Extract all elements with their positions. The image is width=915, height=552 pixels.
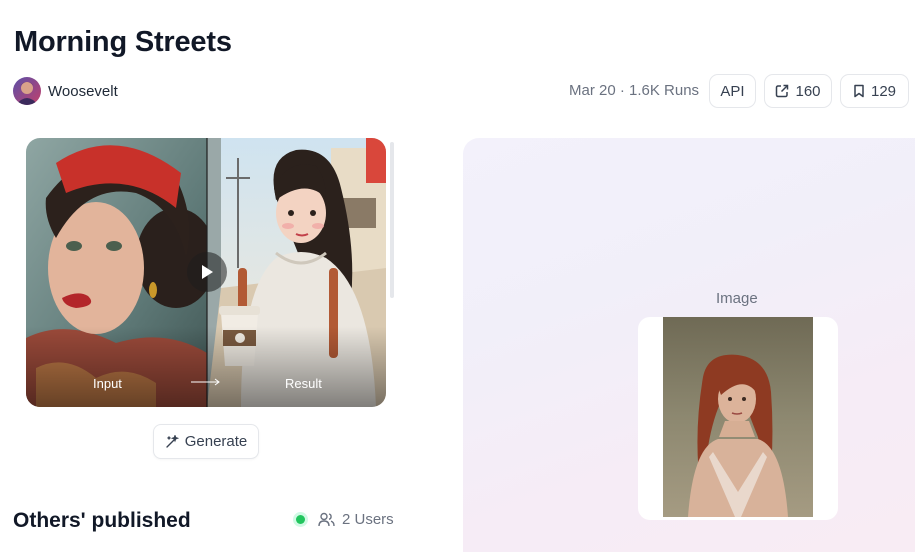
input-panel: Image	[463, 138, 915, 552]
bookmark-icon	[854, 84, 864, 98]
author-name: Woosevelt	[48, 82, 118, 100]
avatar	[13, 77, 41, 105]
date-runs-meta: Mar 20 · 1.6K Runs	[569, 82, 700, 99]
image-field-label: Image	[716, 290, 758, 307]
input-label: Input	[93, 376, 122, 391]
users-icon	[318, 512, 335, 527]
users-label: 2 Users	[342, 511, 394, 528]
others-published-title: Others' published	[13, 509, 191, 532]
uploaded-image	[663, 317, 813, 517]
image-upload-card[interactable]	[638, 317, 838, 520]
arrow-right-icon	[191, 378, 220, 386]
share-count: 160	[795, 82, 821, 100]
generate-button[interactable]: Generate	[153, 424, 259, 459]
users-count: 2 Users	[296, 511, 394, 528]
preview-scrollbar[interactable]	[390, 142, 394, 298]
author-link[interactable]: Woosevelt	[13, 77, 118, 105]
api-label: API	[720, 82, 745, 100]
share-icon	[776, 84, 789, 98]
magic-wand-icon	[166, 434, 179, 448]
share-button[interactable]: 160	[764, 74, 832, 108]
result-label: Result	[285, 376, 322, 391]
play-icon	[202, 265, 213, 279]
page-title: Morning Streets	[14, 26, 232, 58]
generate-label: Generate	[184, 433, 248, 450]
before-after-preview[interactable]: Input Result	[26, 138, 386, 407]
bookmark-count: 129	[870, 82, 897, 100]
api-button[interactable]: API	[709, 74, 756, 108]
online-status-dot	[296, 515, 305, 524]
play-button[interactable]	[187, 252, 227, 292]
bookmark-button[interactable]: 129	[840, 74, 909, 108]
